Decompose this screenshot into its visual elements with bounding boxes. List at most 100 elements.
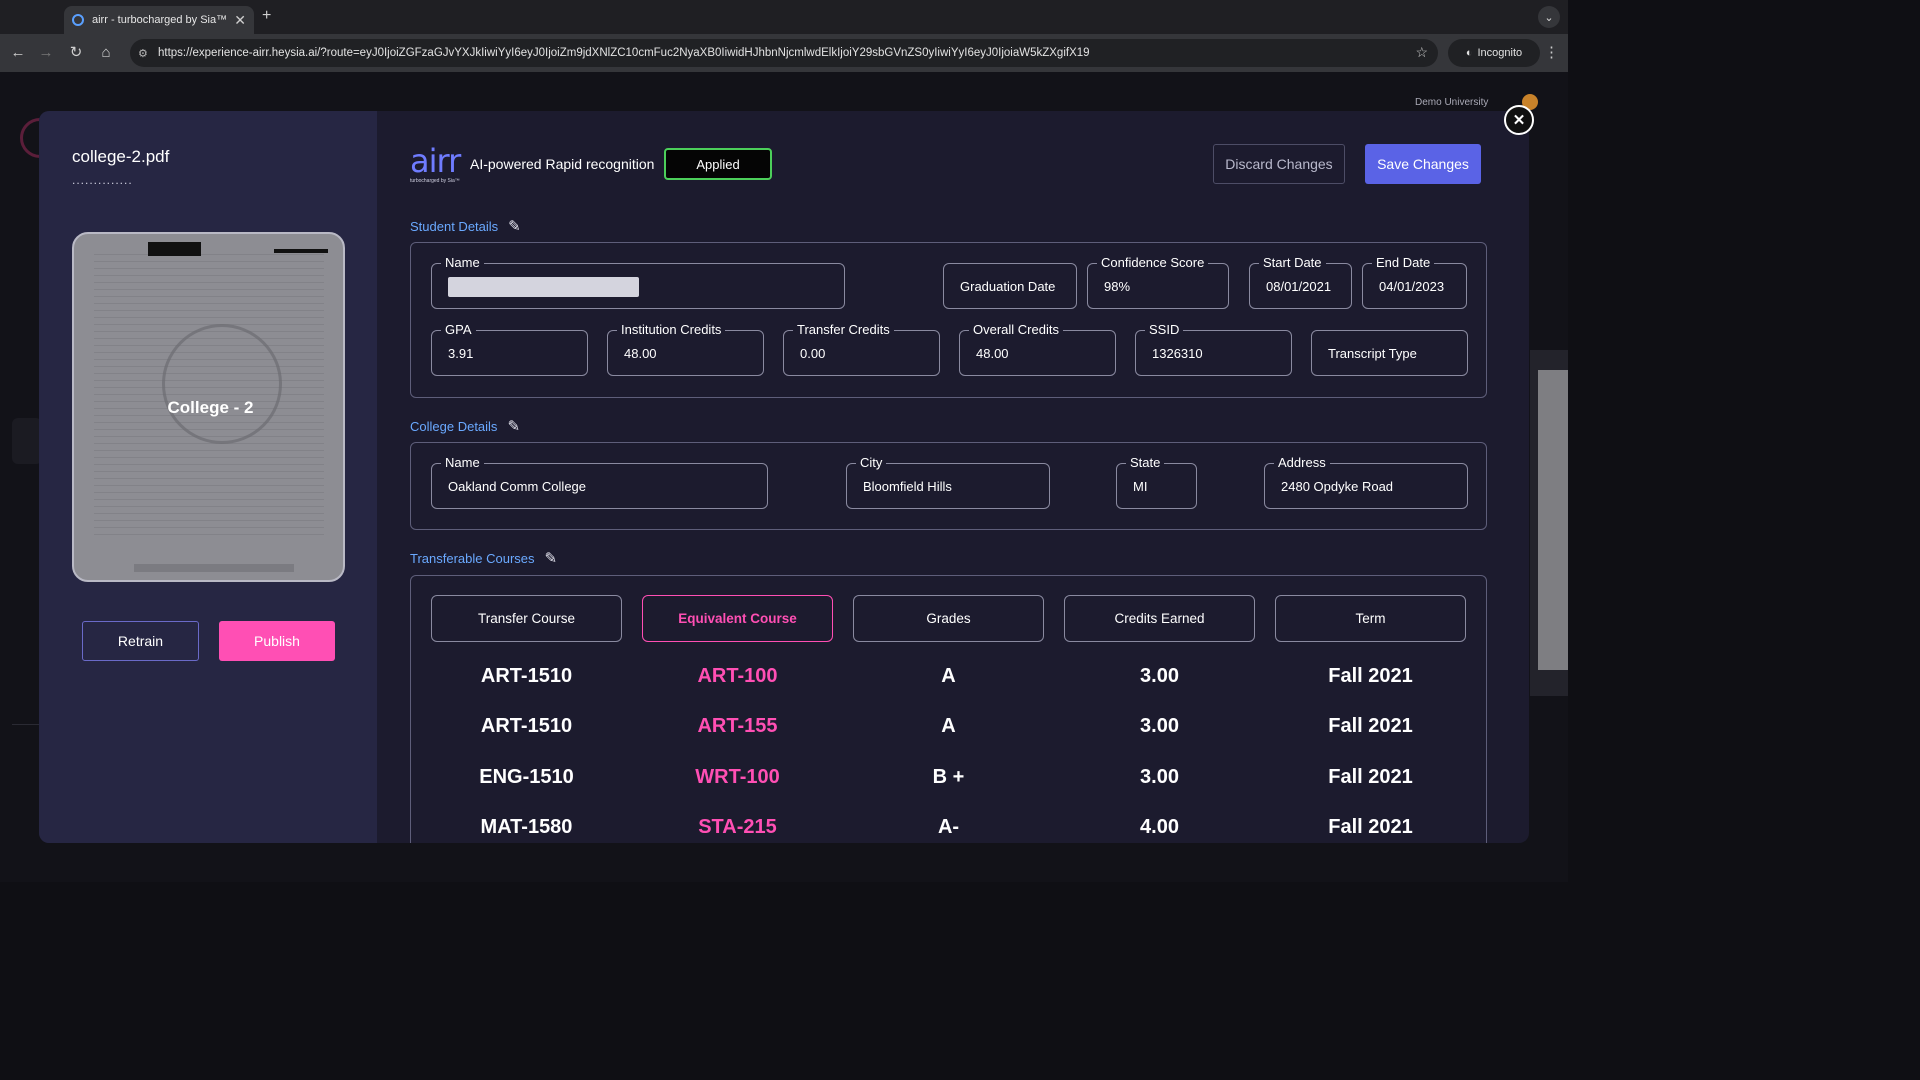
save-changes-button[interactable]: Save Changes <box>1365 144 1481 184</box>
new-tab-icon[interactable]: + <box>262 7 271 25</box>
field-value: 48.00 <box>976 346 1009 361</box>
grade-cell: A <box>941 715 956 737</box>
url-text: https://experience-airr.heysia.ai/?route… <box>158 47 1090 59</box>
college-details-header: College Details ✎ <box>410 417 520 435</box>
forward-icon[interactable]: → <box>36 43 56 63</box>
backdrop-document <box>1530 350 1568 696</box>
field-label: Overall Credits <box>969 322 1063 337</box>
credits-cell: 3.00 <box>1140 665 1179 687</box>
equivalent-course-cell[interactable]: ART-100 <box>642 665 833 688</box>
header-equivalent-course[interactable]: Equivalent Course <box>642 595 833 642</box>
grade-cell: B + <box>932 766 965 788</box>
field-label: SSID <box>1145 322 1184 337</box>
transcript-type-field[interactable]: Transcript Type <box>1311 330 1468 376</box>
term-cell: Fall 2021 <box>1328 665 1413 687</box>
field-value: 08/01/2021 <box>1266 279 1332 294</box>
transfer-course-cell: ENG-1510 <box>479 766 574 788</box>
grade-cell: A- <box>937 816 960 838</box>
student-name-field[interactable]: Name <box>431 255 845 309</box>
document-footer <box>134 564 294 572</box>
field-value: 1326310 <box>1152 346 1203 361</box>
equivalent-course-cell[interactable]: WRT-100 <box>642 766 833 789</box>
edit-pencil-icon[interactable]: ✎ <box>545 549 558 567</box>
backdrop-panel <box>12 418 42 464</box>
field-label: Transfer Credits <box>793 322 894 337</box>
field-value: 2480 Opdyke Road <box>1281 479 1394 494</box>
file-name-underline: .............. <box>72 173 133 187</box>
ssid-field[interactable]: SSID 1326310 <box>1135 322 1292 376</box>
header-transfer-course[interactable]: Transfer Course <box>431 595 622 642</box>
incognito-label: Incognito <box>1477 47 1523 59</box>
file-name: college-2.pdf <box>72 147 170 166</box>
site-info-icon[interactable]: ⚙ <box>138 47 148 60</box>
field-label: GPA <box>441 322 476 337</box>
confidence-score-field[interactable]: Confidence Score 98% <box>1087 255 1229 309</box>
reload-icon[interactable]: ↻ <box>66 43 86 63</box>
discard-changes-button[interactable]: Discard Changes <box>1213 144 1345 184</box>
address-field[interactable]: Address 2480 Opdyke Road <box>1264 455 1468 509</box>
college-details-title: College Details <box>410 418 498 434</box>
close-modal-icon[interactable]: ✕ <box>1504 105 1534 135</box>
transfer-course-cell: MAT-1580 <box>480 816 573 838</box>
tab-search-icon[interactable]: ⌄ <box>1538 6 1560 28</box>
favicon-icon <box>72 14 84 26</box>
overall-credits-field[interactable]: Overall Credits 48.00 <box>959 322 1116 376</box>
back-icon[interactable]: ← <box>8 43 28 63</box>
start-date-field[interactable]: Start Date 08/01/2021 <box>1249 255 1352 309</box>
field-value: 0.00 <box>800 346 826 361</box>
incognito-icon: ◐ <box>1465 47 1473 59</box>
equivalent-course-cell[interactable]: STA-215 <box>642 816 833 839</box>
edit-pencil-icon[interactable]: ✎ <box>507 417 520 435</box>
field-value: 3.91 <box>448 346 474 361</box>
browser-tab-bar: airr - turbocharged by Sia™ ✕ + ⌄ <box>0 0 1568 34</box>
browser-tab[interactable]: airr - turbocharged by Sia™ ✕ <box>64 6 254 34</box>
field-value: 48.00 <box>624 346 657 361</box>
browser-menu-icon[interactable]: ⋮ <box>1544 43 1559 61</box>
field-label: Institution Credits <box>617 322 726 337</box>
gpa-field[interactable]: GPA 3.91 <box>431 322 588 376</box>
term-cell: Fall 2021 <box>1328 715 1413 737</box>
org-name: Demo University <box>1415 97 1489 108</box>
state-field[interactable]: State MI <box>1116 455 1197 509</box>
edit-pencil-icon[interactable]: ✎ <box>508 217 521 235</box>
status-badge: Applied <box>664 148 772 180</box>
preview-label: College - 2 <box>167 398 254 417</box>
bookmark-star-icon[interactable]: ☆ <box>1415 44 1428 61</box>
graduation-date-field[interactable]: Graduation Date <box>943 263 1077 309</box>
grade-cell: A <box>941 665 956 687</box>
redaction-box <box>148 242 201 256</box>
logo-word: airr <box>410 142 461 180</box>
courses-title: Transferable Courses <box>410 550 535 566</box>
term-cell: Fall 2021 <box>1328 816 1413 838</box>
field-label: Name <box>441 255 484 270</box>
field-value: Oakland Comm College <box>448 479 587 494</box>
publish-button[interactable]: Publish <box>219 621 335 661</box>
credits-cell: 3.00 <box>1140 715 1179 737</box>
retrain-button[interactable]: Retrain <box>82 621 199 661</box>
field-label: State <box>1126 455 1165 470</box>
college-name-field[interactable]: Name Oakland Comm College <box>431 455 768 509</box>
transfer-credits-field[interactable]: Transfer Credits 0.00 <box>783 322 940 376</box>
incognito-indicator[interactable]: ◐ Incognito <box>1448 39 1540 67</box>
field-label: Confidence Score <box>1097 255 1209 270</box>
browser-toolbar: ← → ↻ ⌂ ⚙ https://experience-airr.heysia… <box>0 34 1568 72</box>
end-date-field[interactable]: End Date 04/01/2023 <box>1362 255 1467 309</box>
field-label: End Date <box>1372 255 1435 270</box>
document-preview[interactable]: College - 2 <box>72 232 345 582</box>
city-field[interactable]: City Bloomfield Hills <box>846 455 1050 509</box>
transfer-course-cell: ART-1510 <box>480 665 573 687</box>
document-pane: college-2.pdf .............. College - 2… <box>39 111 377 843</box>
tagline: AI-powered Rapid recognition <box>470 156 655 172</box>
credits-cell: 4.00 <box>1140 816 1179 838</box>
institution-credits-field[interactable]: Institution Credits 48.00 <box>607 322 764 376</box>
header-grades[interactable]: Grades <box>853 595 1044 642</box>
close-tab-icon[interactable]: ✕ <box>234 12 246 29</box>
student-details-box: Name Graduation Date Confidence Score 98… <box>410 242 1487 398</box>
header-term[interactable]: Term <box>1275 595 1466 642</box>
backdrop-divider <box>12 724 42 725</box>
equivalent-course-cell[interactable]: ART-155 <box>642 715 833 738</box>
address-bar[interactable]: ⚙ https://experience-airr.heysia.ai/?rou… <box>130 39 1438 67</box>
header-credits-earned[interactable]: Credits Earned <box>1064 595 1255 642</box>
field-value: MI <box>1133 479 1148 494</box>
home-icon[interactable]: ⌂ <box>96 43 116 63</box>
